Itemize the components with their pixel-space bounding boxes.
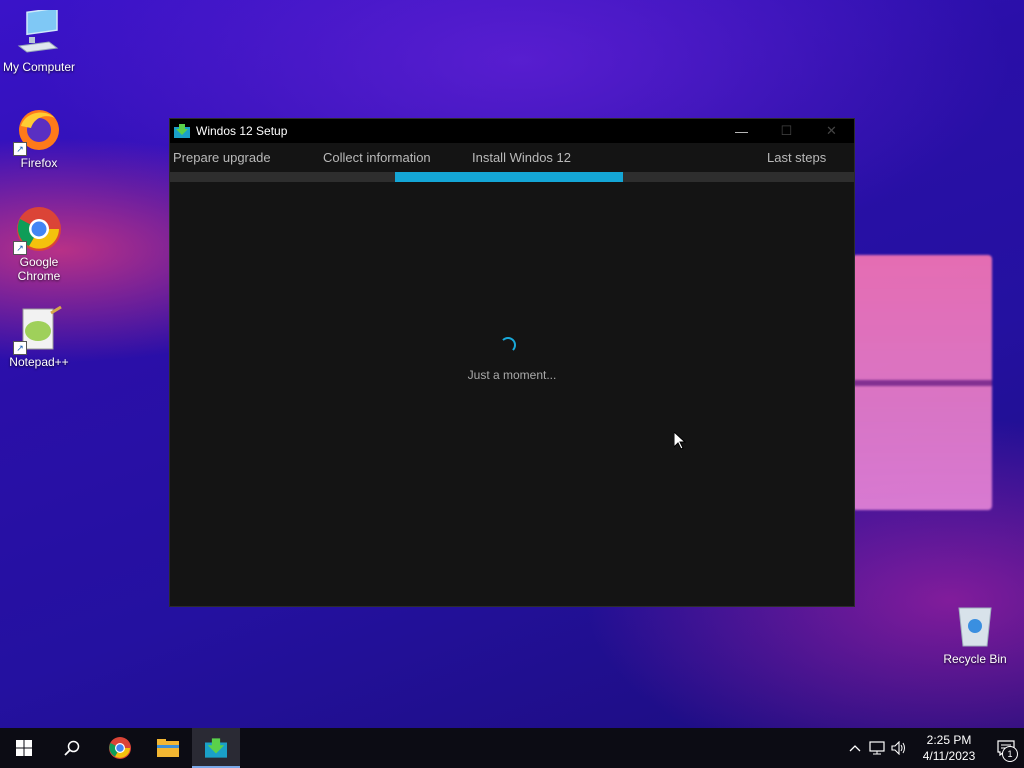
taskbar-file-explorer[interactable] (144, 728, 192, 768)
start-button[interactable] (0, 728, 48, 768)
notification-count-badge: 1 (1002, 746, 1018, 762)
clock-time: 2:25 PM (926, 733, 972, 747)
desktop-icon-label: Recycle Bin (943, 652, 1007, 666)
setup-steps: Prepare upgrade Collect information Inst… (170, 143, 854, 172)
file-explorer-icon (157, 739, 179, 757)
desktop-icon-notepad-plus-plus[interactable]: ↗ Notepad++ (0, 305, 79, 369)
notepad-plus-plus-icon: ↗ (13, 305, 63, 355)
desktop-icon-google-chrome[interactable]: ↗ Google Chrome (0, 205, 79, 283)
maximize-button[interactable]: ☐ (764, 119, 809, 143)
wallpaper-windows-logo (852, 255, 992, 510)
network-icon[interactable] (866, 728, 888, 768)
desktop-icon-recycle-bin[interactable]: Recycle Bin (935, 602, 1015, 666)
clock-date: 4/11/2023 (922, 749, 976, 763)
shortcut-arrow-icon: ↗ (13, 142, 27, 156)
computer-icon (15, 7, 63, 58)
search-icon (64, 740, 80, 756)
loading-spinner-icon (500, 337, 516, 353)
taskbar-clock[interactable]: 2:25 PM 4/11/2023 (910, 732, 988, 764)
desktop-icon-label: Google Chrome (17, 255, 61, 283)
step-progress-track (170, 172, 854, 182)
step-progress-active-segment (395, 172, 623, 182)
shortcut-arrow-icon: ↗ (13, 341, 27, 355)
close-button[interactable]: ✕ (809, 119, 854, 143)
volume-icon[interactable] (888, 728, 910, 768)
chrome-icon: ↗ (13, 205, 63, 255)
taskbar: 2:25 PM 4/11/2023 1 (0, 728, 1024, 768)
chrome-icon (109, 737, 131, 759)
mouse-cursor-icon (674, 432, 686, 450)
status-text: Just a moment... (467, 368, 557, 382)
setup-app-icon (174, 124, 190, 138)
desktop-icon-my-computer[interactable]: My Computer (0, 7, 79, 74)
desktop-icon-label: My Computer (2, 60, 76, 74)
firefox-icon: ↗ (13, 106, 63, 156)
chevron-up-icon[interactable] (844, 728, 866, 768)
setup-app-icon (205, 738, 227, 758)
window-title: Windos 12 Setup (196, 124, 288, 138)
setup-content: Just a moment... (170, 182, 854, 606)
step-install: Install Windos 12 (472, 150, 571, 165)
setup-window: Windos 12 Setup — ☐ ✕ Prepare upgrade Co… (169, 118, 855, 607)
minimize-button[interactable]: — (719, 119, 764, 143)
start-icon (16, 740, 32, 756)
desktop-icon-label: Firefox (20, 156, 58, 170)
window-titlebar[interactable]: Windos 12 Setup — ☐ ✕ (170, 119, 854, 143)
shortcut-arrow-icon: ↗ (13, 241, 27, 255)
step-collect-information: Collect information (323, 150, 431, 165)
desktop-icon-label: Notepad++ (9, 355, 69, 369)
taskbar-chrome[interactable] (96, 728, 144, 768)
step-last-steps: Last steps (767, 150, 827, 165)
search-button[interactable] (48, 728, 96, 768)
taskbar-setup[interactable] (192, 728, 240, 768)
system-tray: 2:25 PM 4/11/2023 1 (844, 728, 1024, 768)
desktop-icon-firefox[interactable]: ↗ Firefox (0, 106, 79, 170)
notification-center-button[interactable]: 1 (988, 728, 1024, 768)
step-prepare-upgrade: Prepare upgrade (173, 150, 271, 165)
recycle-bin-icon (951, 602, 999, 650)
